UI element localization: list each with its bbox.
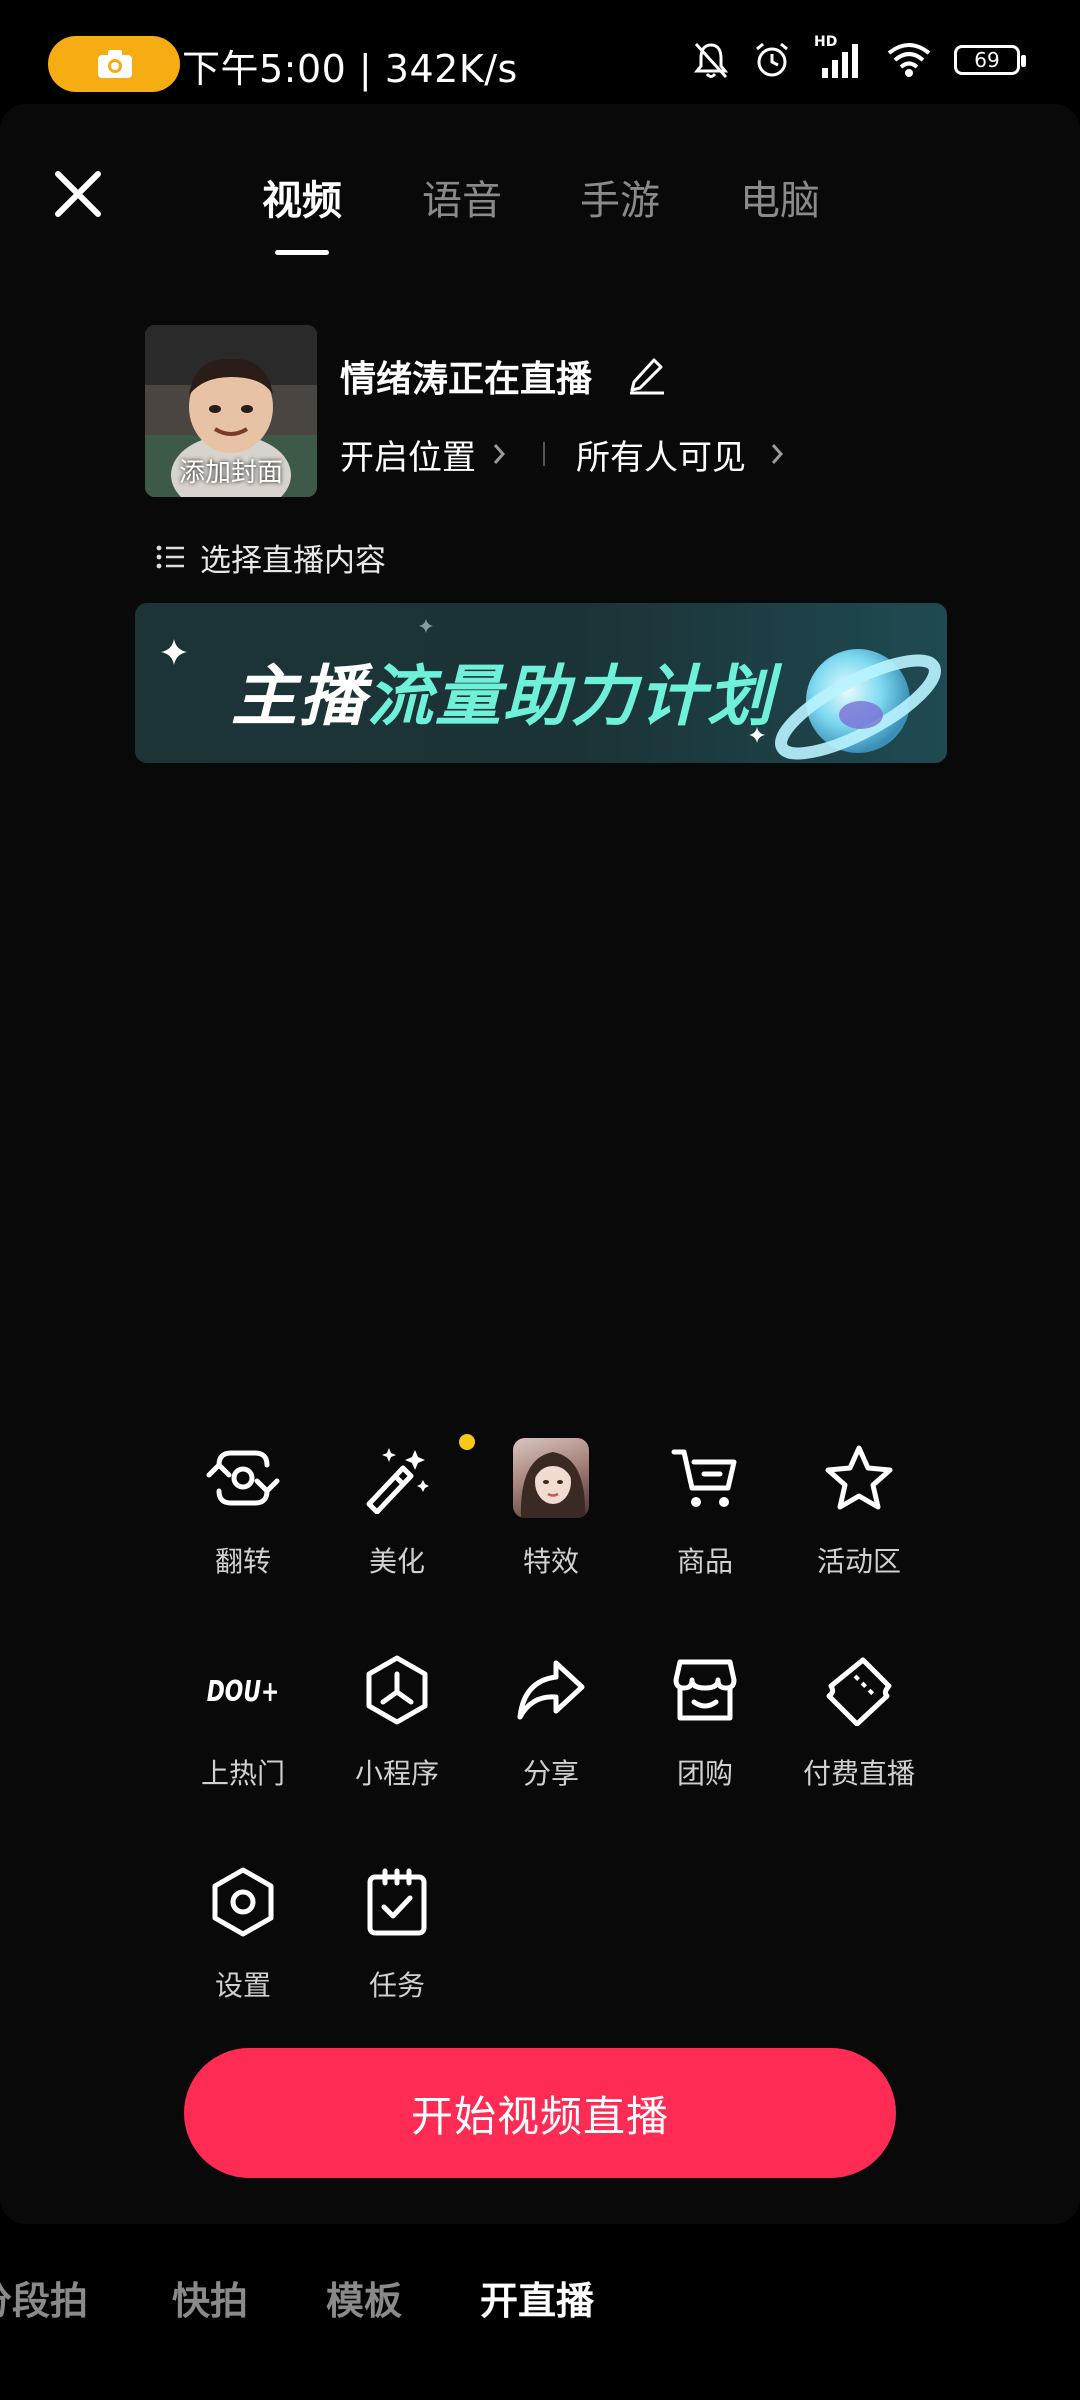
nav-template[interactable]: 模板 <box>326 2270 402 2325</box>
tab-computer[interactable]: 电脑 <box>740 168 820 226</box>
live-type-tabs: 视频 语音 手游 电脑 <box>230 168 890 268</box>
tab-video[interactable]: 视频 <box>262 168 342 226</box>
battery-level: 69 <box>974 48 1000 72</box>
chevron-right-icon <box>493 444 506 464</box>
cart-icon <box>671 1449 737 1507</box>
close-icon[interactable] <box>50 166 106 222</box>
feature-label: 分享 <box>522 1757 579 1790</box>
chevron-right-icon <box>771 444 784 464</box>
feature-label: 美化 <box>368 1545 425 1578</box>
wifi-icon <box>887 43 931 77</box>
star-icon <box>825 1445 893 1510</box>
nav-go-live[interactable]: 开直播 <box>480 2270 594 2325</box>
bottom-mode-nav: 分段拍 快拍 模板 开直播 <box>0 2270 1080 2340</box>
status-bar: 下午5:00 | 342K/s HD 69 <box>0 0 1080 104</box>
feature-group-buy[interactable]: 团购 <box>630 1652 780 1802</box>
feature-boost[interactable]: DOU+ 上热门 <box>168 1652 318 1802</box>
streamer-traffic-banner[interactable]: 主播流量助力计划 <box>135 603 947 763</box>
screen-recorder-pill[interactable] <box>48 36 180 92</box>
feature-label: 翻转 <box>214 1545 271 1578</box>
signal-icon: HD <box>814 34 864 80</box>
planet-icon <box>775 649 941 760</box>
sparkle-icon <box>419 619 433 633</box>
tab-mobile-game[interactable]: 手游 <box>580 168 660 226</box>
select-live-content[interactable]: 选择直播内容 <box>156 535 386 579</box>
feature-activity-zone[interactable]: 活动区 <box>784 1440 934 1590</box>
tab-voice[interactable]: 语音 <box>422 168 502 226</box>
feature-flip[interactable]: 翻转 <box>168 1440 318 1590</box>
effect-thumbnail <box>513 1438 589 1518</box>
feature-label: 小程序 <box>354 1757 439 1790</box>
feature-label: 上热门 <box>200 1757 285 1790</box>
feature-label: 团购 <box>676 1757 733 1790</box>
camera-icon <box>98 50 132 78</box>
cover-thumbnail[interactable]: 添加封面 <box>145 325 317 497</box>
battery-icon: 69 <box>954 45 1026 75</box>
dou-plus-text: DOU+ <box>207 1674 280 1708</box>
active-tab-indicator <box>275 250 329 255</box>
nav-segment-shoot[interactable]: 分段拍 <box>0 2270 88 2325</box>
store-icon <box>673 1659 737 1721</box>
settings-icon <box>212 1867 274 1937</box>
dou-plus-icon: DOU+ <box>207 1674 280 1708</box>
feature-effects[interactable]: 特效 <box>476 1438 626 1590</box>
feature-mini-program[interactable]: 小程序 <box>322 1652 472 1802</box>
edit-pencil-icon[interactable] <box>624 352 668 396</box>
feature-label: 特效 <box>522 1545 579 1578</box>
bell-mute-icon <box>693 42 729 79</box>
location-option[interactable]: 开启位置 <box>340 430 476 479</box>
feature-tasks[interactable]: 任务 <box>322 1864 472 2014</box>
feature-label: 任务 <box>368 1969 425 2002</box>
banner-title-green: 流量助力计划 <box>367 658 775 735</box>
banner-title: 主播流量助力计划 <box>231 643 775 739</box>
task-clipboard-icon <box>367 1868 427 1936</box>
status-time-speed: 下午5:00 | 342K/s <box>182 47 518 91</box>
feature-label: 设置 <box>214 1969 271 2002</box>
option-divider <box>543 442 545 466</box>
share-icon <box>517 1660 585 1720</box>
add-cover-label: 添加封面 <box>178 458 283 488</box>
start-video-live-button[interactable]: 开始视频直播 <box>184 2048 896 2178</box>
feature-label: 付费直播 <box>802 1757 915 1790</box>
visibility-option[interactable]: 所有人可见 <box>576 430 746 479</box>
feature-label: 活动区 <box>816 1545 901 1578</box>
feature-settings[interactable]: 设置 <box>168 1864 318 2014</box>
feature-beautify[interactable]: 美化 <box>322 1434 475 1590</box>
new-badge-dot <box>459 1434 475 1450</box>
feature-products[interactable]: 商品 <box>630 1440 780 1590</box>
mini-program-icon <box>366 1655 428 1725</box>
feature-share[interactable]: 分享 <box>476 1652 626 1802</box>
feature-label: 商品 <box>676 1545 733 1578</box>
nav-quick-shoot[interactable]: 快拍 <box>172 2270 248 2325</box>
select-live-content-label: 选择直播内容 <box>200 542 386 579</box>
magic-wand-icon <box>366 1448 429 1514</box>
banner-title-white: 主播 <box>231 658 367 735</box>
alarm-icon <box>756 42 788 77</box>
status-icons: HD 69 <box>692 34 1026 80</box>
live-title[interactable]: 情绪涛正在直播 <box>340 350 592 402</box>
ticket-icon <box>826 1657 892 1726</box>
sparkle-icon <box>161 639 187 665</box>
feature-paid-live[interactable]: 付费直播 <box>784 1652 934 1802</box>
list-icon <box>156 545 184 569</box>
flip-camera-icon <box>206 1450 280 1506</box>
